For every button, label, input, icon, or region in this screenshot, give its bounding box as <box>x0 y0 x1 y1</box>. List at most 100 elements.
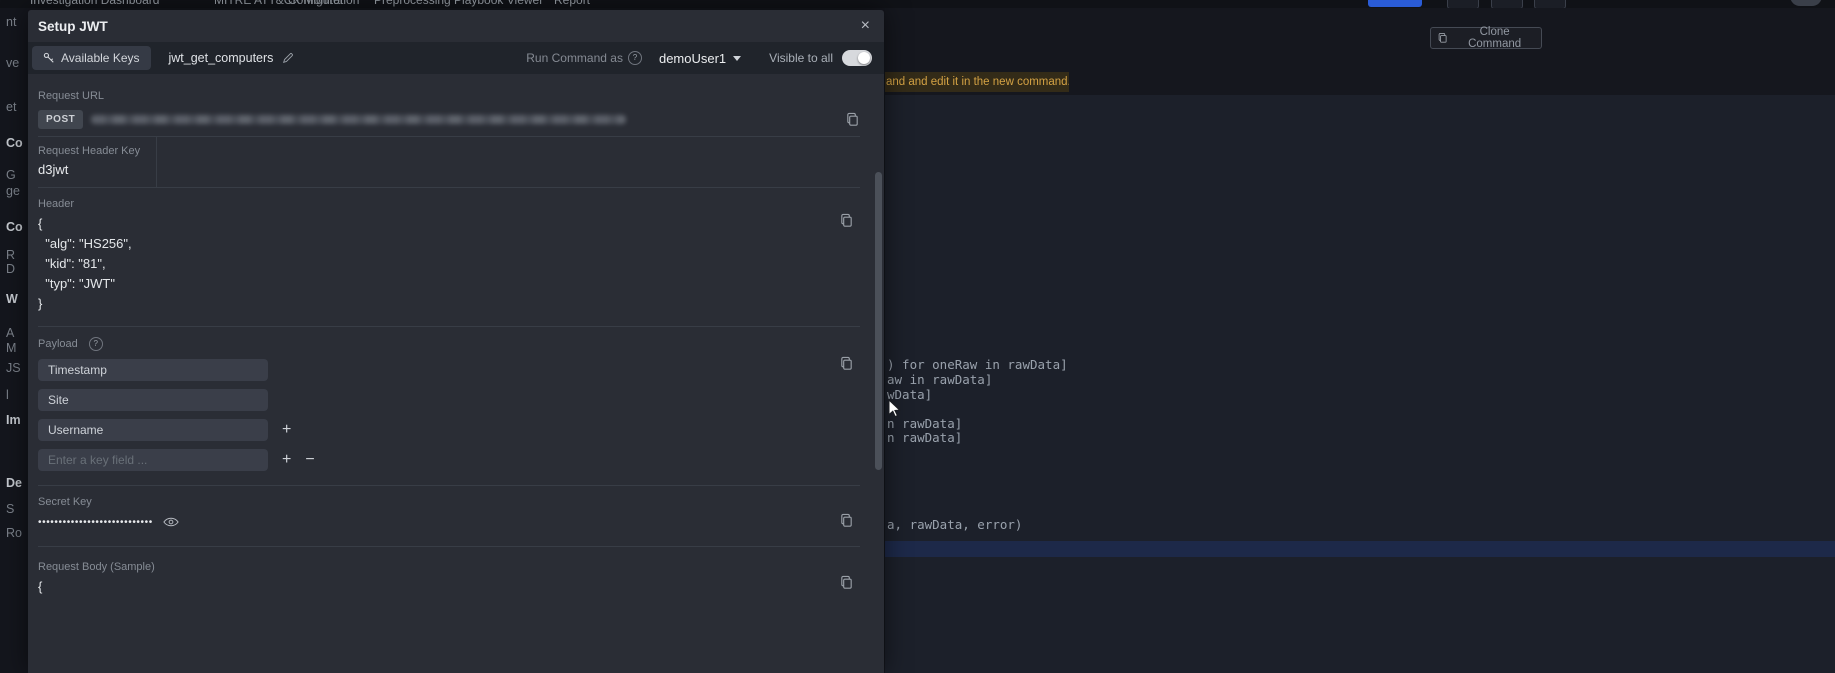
payload-row <box>38 389 860 411</box>
edit-pencil-icon[interactable] <box>282 52 294 64</box>
visible-to-all-toggle[interactable] <box>842 50 872 66</box>
payload-field-timestamp[interactable] <box>38 359 268 381</box>
remove-field-button[interactable]: − <box>305 452 314 468</box>
code-editor: ) for oneRaw in rawData] aw in rawData] … <box>885 95 1835 673</box>
top-navbar: Investigation Dashboard MITRE ATT&CK Mon… <box>0 0 1835 8</box>
toolbar-icon-button[interactable] <box>1491 0 1523 8</box>
help-icon: ? <box>627 51 642 65</box>
modal-content: Request URL POST Request Header Key d3jw… <box>28 74 884 673</box>
app-root: Investigation Dashboard MITRE ATT&CK Mon… <box>0 0 1835 673</box>
code-line: aw in rawData] <box>887 372 993 387</box>
sidebar-label-fragment: A <box>6 326 15 340</box>
payload-row <box>38 359 860 381</box>
modal-toolbar: Available Keys jwt_get_computers Run Com… <box>28 42 884 74</box>
toggle-knob <box>858 52 870 64</box>
nav-tab[interactable]: Report <box>554 0 590 7</box>
request-url-row: POST <box>38 108 860 130</box>
sidebar-label-fragment: l <box>6 388 9 402</box>
payload-label-row: Payload ? <box>38 337 860 351</box>
help-icon: ? <box>88 337 103 351</box>
modal-title: Setup JWT <box>38 18 108 34</box>
toolbar-icon-button[interactable] <box>1534 0 1566 8</box>
modal-scrollbar-thumb[interactable] <box>875 172 882 470</box>
request-header-key-section: Request Header Key d3jwt <box>38 137 860 188</box>
add-field-button[interactable]: + <box>282 452 291 468</box>
user-chip[interactable] <box>1790 0 1822 6</box>
clone-command-label: Clone Command <box>1468 26 1522 50</box>
payload-field-new[interactable] <box>38 449 268 471</box>
sidebar-label-fragment: Co <box>6 220 23 234</box>
copy-header-icon[interactable] <box>839 213 854 228</box>
toolbar-icon-button[interactable] <box>1447 0 1479 8</box>
nav-tab[interactable]: Preprocessing Playbook Viewer <box>374 0 543 7</box>
sidebar-label-fragment: ge <box>6 184 20 198</box>
add-field-button[interactable]: + <box>282 422 291 438</box>
sidebar-label-fragment: G <box>6 168 16 182</box>
code-lines: ) for oneRaw in rawData] aw in rawData] … <box>885 95 1835 673</box>
eye-icon[interactable] <box>163 517 179 527</box>
command-name: jwt_get_computers <box>168 51 274 65</box>
nav-tab[interactable]: Investigation Dashboard <box>30 0 159 7</box>
key-icon <box>43 52 54 63</box>
payload-field-site[interactable] <box>38 389 268 411</box>
sidebar-label-fragment: W <box>6 292 18 306</box>
secret-key-row: •••••••••••••••••••••••••••• <box>38 514 860 530</box>
primary-action-button[interactable] <box>1368 0 1422 7</box>
json-line: "alg": "HS256", <box>38 236 132 251</box>
code-line: ) for oneRaw in rawData] <box>887 357 1068 372</box>
request-url-section: Request URL POST <box>38 74 860 137</box>
secret-key-section: Secret Key •••••••••••••••••••••••••••• <box>38 486 860 547</box>
json-line: "typ": "JWT" <box>38 276 115 291</box>
run-as-dropdown[interactable]: demoUser1 <box>658 50 742 66</box>
request-header-key-cell: Request Header Key d3jwt <box>38 137 157 187</box>
payload-field-username[interactable] <box>38 419 268 441</box>
code-line: n rawData] <box>887 430 963 445</box>
copy-icon <box>1438 33 1447 43</box>
header-section: Header { "alg": "HS256", "kid": "81", "t… <box>38 188 860 327</box>
clone-command-button[interactable]: Clone Command <box>1430 26 1542 50</box>
copy-body-icon[interactable] <box>839 575 854 590</box>
available-keys-button[interactable]: Available Keys <box>32 46 151 70</box>
warning-text: and and edit it in the new command. <box>886 76 1069 88</box>
sidebar-label-fragment: nt <box>6 15 17 29</box>
close-icon[interactable]: × <box>861 18 870 34</box>
request-url-label: Request URL <box>38 90 105 102</box>
copy-payload-icon[interactable] <box>839 356 854 371</box>
background-content: Clone Command and and edit it in the new… <box>885 8 1835 673</box>
request-body-label: Request Body (Sample) <box>38 561 155 573</box>
request-header-key-label: Request Header Key <box>38 145 141 157</box>
sidebar-label-fragment: Co <box>6 136 23 150</box>
code-line: a, rawData, error) <box>887 517 1023 532</box>
sidebar-label-fragment: M <box>6 341 17 355</box>
payload-row: + − <box>38 449 860 471</box>
chevron-down-icon <box>733 55 742 61</box>
copy-url-icon[interactable] <box>845 112 860 127</box>
copy-secret-icon[interactable] <box>839 513 854 528</box>
sidebar-label-fragment: De <box>6 476 22 490</box>
json-line: } <box>38 296 43 311</box>
sidebar-label-fragment: Im <box>6 413 21 427</box>
secret-key-label: Secret Key <box>38 496 92 508</box>
payload-section: Payload ? + + − <box>38 327 860 486</box>
run-command-as-label: Run Command as <box>526 51 623 65</box>
payload-row: + <box>38 419 860 441</box>
request-url-redacted <box>91 114 627 124</box>
json-line: { <box>38 216 43 231</box>
run-as-value: demoUser1 <box>658 50 727 66</box>
sidebar-label-fragment: Ro <box>6 526 22 540</box>
http-method-badge: POST <box>38 109 84 129</box>
header-label: Header <box>38 198 75 210</box>
nav-tab[interactable]: Configuration <box>288 0 359 7</box>
sidebar-label-fragment: R <box>6 248 16 262</box>
left-sidebar-clipped: nt ve et Co G ge Co R D W A M JS l Im De… <box>0 8 28 673</box>
code-line: n rawData] <box>887 416 963 431</box>
payload-label: Payload <box>38 338 78 350</box>
modal-header: Setup JWT × <box>28 10 884 42</box>
mouse-cursor <box>888 399 901 418</box>
request-header-key-value: d3jwt <box>38 162 69 177</box>
header-json-block: { "alg": "HS256", "kid": "81", "typ": "J… <box>38 214 860 314</box>
warning-banner: and and edit it in the new command. <box>885 72 1069 92</box>
sidebar-label-fragment: S <box>6 502 15 516</box>
sidebar-label-fragment: D <box>6 262 16 276</box>
sidebar-label-fragment: ve <box>6 56 20 70</box>
